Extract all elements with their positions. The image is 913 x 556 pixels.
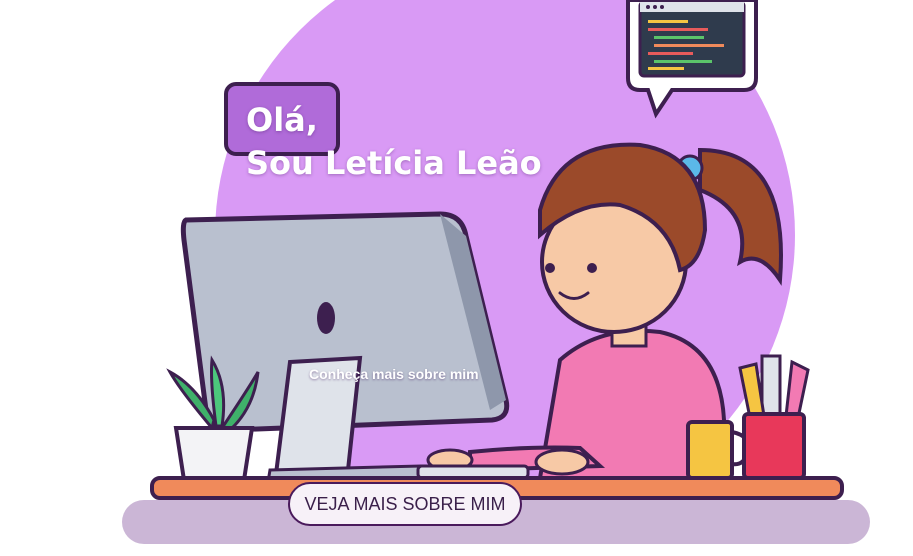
mug-icon [686,420,751,480]
greeting-text: Olá, [246,101,318,139]
hero-subtitle: Conheça mais sobre mim [309,366,479,382]
hero-illustration [122,0,870,544]
see-more-button[interactable]: VEJA MAIS SOBRE MIM [288,482,522,526]
name-heading: Sou Letícia Leão [246,144,542,182]
pencil-cup-icon [738,354,810,480]
hero-title: Olá, Sou Letícia Leão [246,100,542,186]
